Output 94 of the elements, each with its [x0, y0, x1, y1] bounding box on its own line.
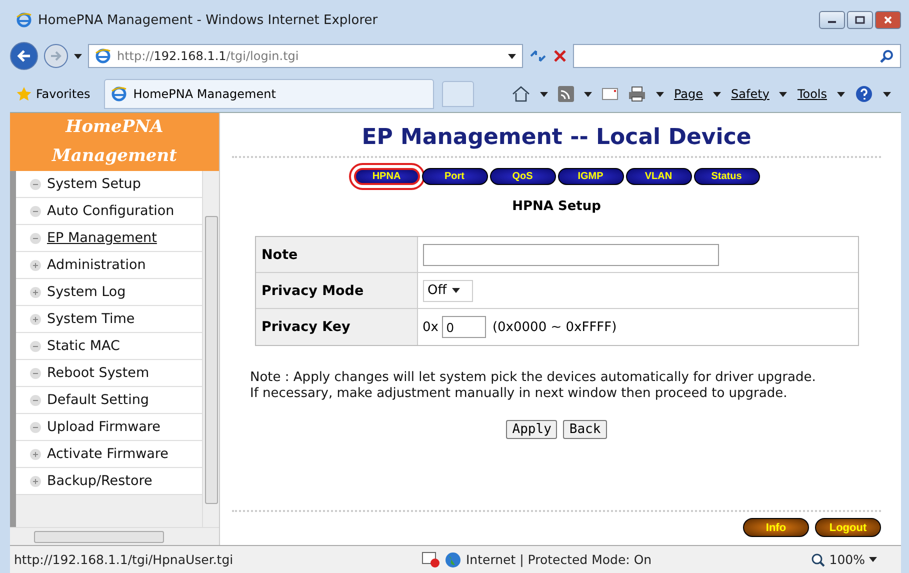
nav-tab[interactable]: QoS	[490, 168, 556, 185]
caret-icon	[883, 92, 891, 96]
search-field[interactable]	[573, 44, 901, 68]
sidebar-item[interactable]: System Time	[16, 306, 202, 333]
footer-button[interactable]: Logout	[815, 518, 881, 537]
sidebar-item[interactable]: Activate Firmware	[16, 441, 202, 468]
feed-icon[interactable]	[558, 86, 574, 102]
browser-logo-icon	[16, 12, 32, 28]
mail-icon[interactable]	[602, 88, 618, 100]
note-text: Note : Apply changes will let system pick the devices automatically for driver upgrade.	[250, 370, 816, 386]
browser-tab[interactable]: HomePNA Management	[104, 79, 434, 109]
section-title: HPNA Setup	[512, 199, 601, 214]
address-field[interactable]: http://192.168.1.1/tgi/login.tgi	[88, 44, 523, 68]
menu-item[interactable]: Safety	[731, 87, 770, 101]
form-button[interactable]: Back	[563, 420, 607, 439]
caret-icon	[584, 92, 592, 96]
caret-icon	[779, 92, 788, 96]
form-button[interactable]: Apply	[506, 420, 558, 439]
plus-icon	[30, 286, 41, 298]
key-range-hint: (0x0000 ~ 0xFFFF)	[492, 320, 617, 334]
forward-arrow-icon	[50, 51, 62, 61]
note-text: If necessary, make adjustment manually in next window then proceed to upgrade.	[250, 386, 788, 402]
globe-icon	[445, 552, 461, 568]
blocked-window-icon	[422, 552, 440, 568]
browser-logo-icon	[111, 86, 128, 102]
nav-tab[interactable]: VLAN	[626, 168, 692, 185]
nav-tab[interactable]: Status	[694, 168, 760, 185]
close-button[interactable]	[875, 11, 901, 29]
caret-icon	[540, 92, 548, 96]
caret-icon	[508, 54, 516, 58]
minus-icon	[30, 422, 41, 432]
stop-icon[interactable]	[553, 49, 567, 63]
field-label: Privacy Key	[256, 309, 418, 345]
field-label: Note	[256, 237, 418, 272]
vertical-scrollbar[interactable]	[202, 171, 219, 527]
note-field[interactable]	[422, 244, 718, 266]
caret-icon	[869, 557, 877, 562]
footer-button[interactable]: Info	[743, 518, 809, 537]
plus-icon	[30, 314, 41, 324]
window-title: HomePNA Management - Windows Internet Explorer	[38, 12, 378, 28]
nav-tab[interactable]: Port	[422, 168, 488, 185]
sidebar-item[interactable]: Auto Configuration	[16, 198, 202, 225]
caret-icon	[713, 92, 722, 96]
sidebar-item[interactable]: Administration	[16, 252, 202, 279]
close-icon	[883, 16, 893, 24]
status-url: http://192.168.1.1/tgi/HpnaUser.tgi	[13, 552, 234, 567]
field-label: Privacy Mode	[256, 273, 418, 308]
sidebar-item[interactable]: Default Setting	[16, 387, 202, 414]
sidebar-item[interactable]: System Setup	[16, 171, 202, 198]
refresh-icon[interactable]	[529, 48, 547, 64]
sidebar-item[interactable]: System Log	[16, 279, 202, 306]
back-arrow-icon	[17, 50, 31, 62]
maximize-button[interactable]	[847, 11, 873, 29]
minimize-button[interactable]	[819, 11, 845, 29]
sidebar-item[interactable]: Reboot System	[16, 360, 202, 387]
zoom-icon[interactable]	[811, 552, 826, 566]
help-icon[interactable]	[855, 85, 873, 103]
sidebar-item[interactable]: EP Management	[16, 225, 202, 252]
star-icon	[16, 86, 32, 102]
caret-icon	[452, 288, 460, 293]
minus-icon	[30, 368, 41, 378]
minus-icon	[30, 340, 41, 352]
history-caret-icon	[74, 54, 82, 58]
home-icon[interactable]	[512, 86, 530, 102]
nav-tab[interactable]: IGMP	[558, 168, 624, 185]
minus-icon	[30, 232, 41, 244]
horizontal-scrollbar[interactable]	[10, 527, 219, 545]
sidebar-title: HomePNA Management	[10, 113, 219, 171]
printer-icon[interactable]	[628, 86, 646, 102]
zone-text: Internet | Protected Mode: On	[466, 552, 652, 567]
menu-item[interactable]: Tools	[797, 87, 827, 101]
caret-icon	[656, 92, 664, 96]
plus-icon	[30, 260, 41, 270]
plus-icon	[30, 448, 41, 460]
search-icon[interactable]	[880, 49, 894, 63]
page-heading: EP Management -- Local Device	[362, 125, 752, 150]
forward-button[interactable]	[44, 44, 68, 68]
caret-icon	[837, 92, 845, 96]
maximize-icon	[855, 16, 865, 24]
zoom-level[interactable]: 100%	[829, 552, 865, 567]
sidebar-item[interactable]: Upload Firmware	[16, 414, 202, 441]
back-button[interactable]	[10, 42, 38, 70]
privacy-mode-select[interactable]: Off	[422, 280, 472, 302]
plus-icon	[30, 476, 41, 486]
minus-icon	[30, 206, 41, 216]
key-prefix: 0x	[422, 320, 438, 334]
menu-item[interactable]: Page	[674, 87, 704, 101]
sidebar-item[interactable]: Backup/Restore	[16, 468, 202, 495]
favorites-button[interactable]: Favorites	[10, 86, 96, 102]
minus-icon	[30, 178, 41, 190]
sidebar-item[interactable]: Static MAC	[16, 333, 202, 360]
privacy-key-field[interactable]: 0	[442, 316, 486, 338]
minus-icon	[30, 394, 41, 406]
browser-logo-icon	[95, 48, 111, 64]
